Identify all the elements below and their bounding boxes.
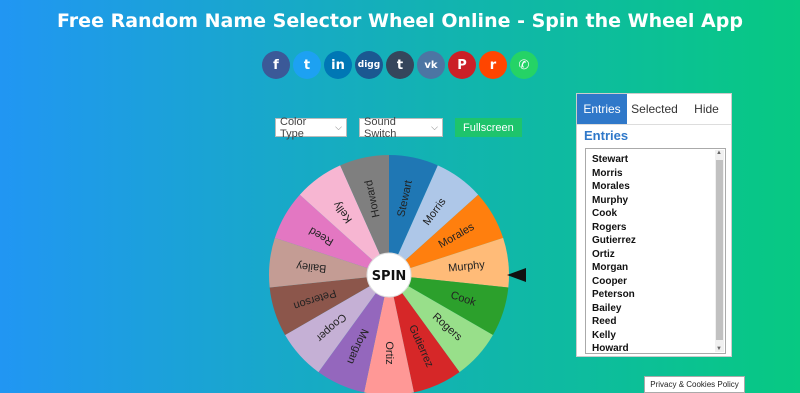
list-item: Howard (592, 343, 629, 354)
list-item: Gutierrez (592, 235, 636, 246)
entries-textarea[interactable]: Stewart Morris Morales Murphy Cook Rogers Guti… (585, 148, 726, 354)
list-item: Stewart (592, 154, 629, 165)
list-item: Kelly (592, 329, 616, 341)
scroll-thumb[interactable] (716, 160, 723, 340)
list-item: Peterson (592, 289, 635, 300)
list-item: Ortiz (592, 248, 615, 260)
tab-hide[interactable]: Hide (682, 94, 731, 124)
tab-selected[interactable]: Selected (627, 94, 682, 124)
list-item: Cooper (592, 275, 627, 287)
list-item: Morgan (592, 262, 629, 273)
wheel-segment-label: Ortiz (383, 341, 395, 364)
list-item: Bailey (592, 302, 622, 314)
spin-label[interactable]: SPIN (372, 269, 407, 284)
list-item: Morris (592, 167, 623, 179)
entries-scrollbar[interactable]: ▲ ▼ (715, 150, 724, 352)
tab-entries[interactable]: Entries (577, 94, 627, 124)
scroll-up-icon[interactable]: ▲ (716, 150, 722, 156)
list-item: Cook (592, 208, 617, 219)
list-item: Rogers (592, 221, 627, 233)
list-item: Reed (592, 316, 617, 327)
panel-tabs: Entries Selected Hide (577, 94, 731, 125)
list-item: Morales (592, 181, 630, 192)
list-item: Murphy (592, 194, 629, 206)
wheel-pointer-icon (507, 268, 526, 282)
entries-panel: Entries Selected Hide Entries Stewart Mor… (576, 93, 732, 357)
scroll-down-icon[interactable]: ▼ (716, 346, 722, 352)
entries-heading: Entries (584, 128, 629, 143)
entries-list: Stewart Morris Morales Murphy Cook Rogers Guti… (592, 153, 636, 356)
privacy-cookies-link[interactable]: Privacy & Cookies Policy (644, 376, 745, 393)
